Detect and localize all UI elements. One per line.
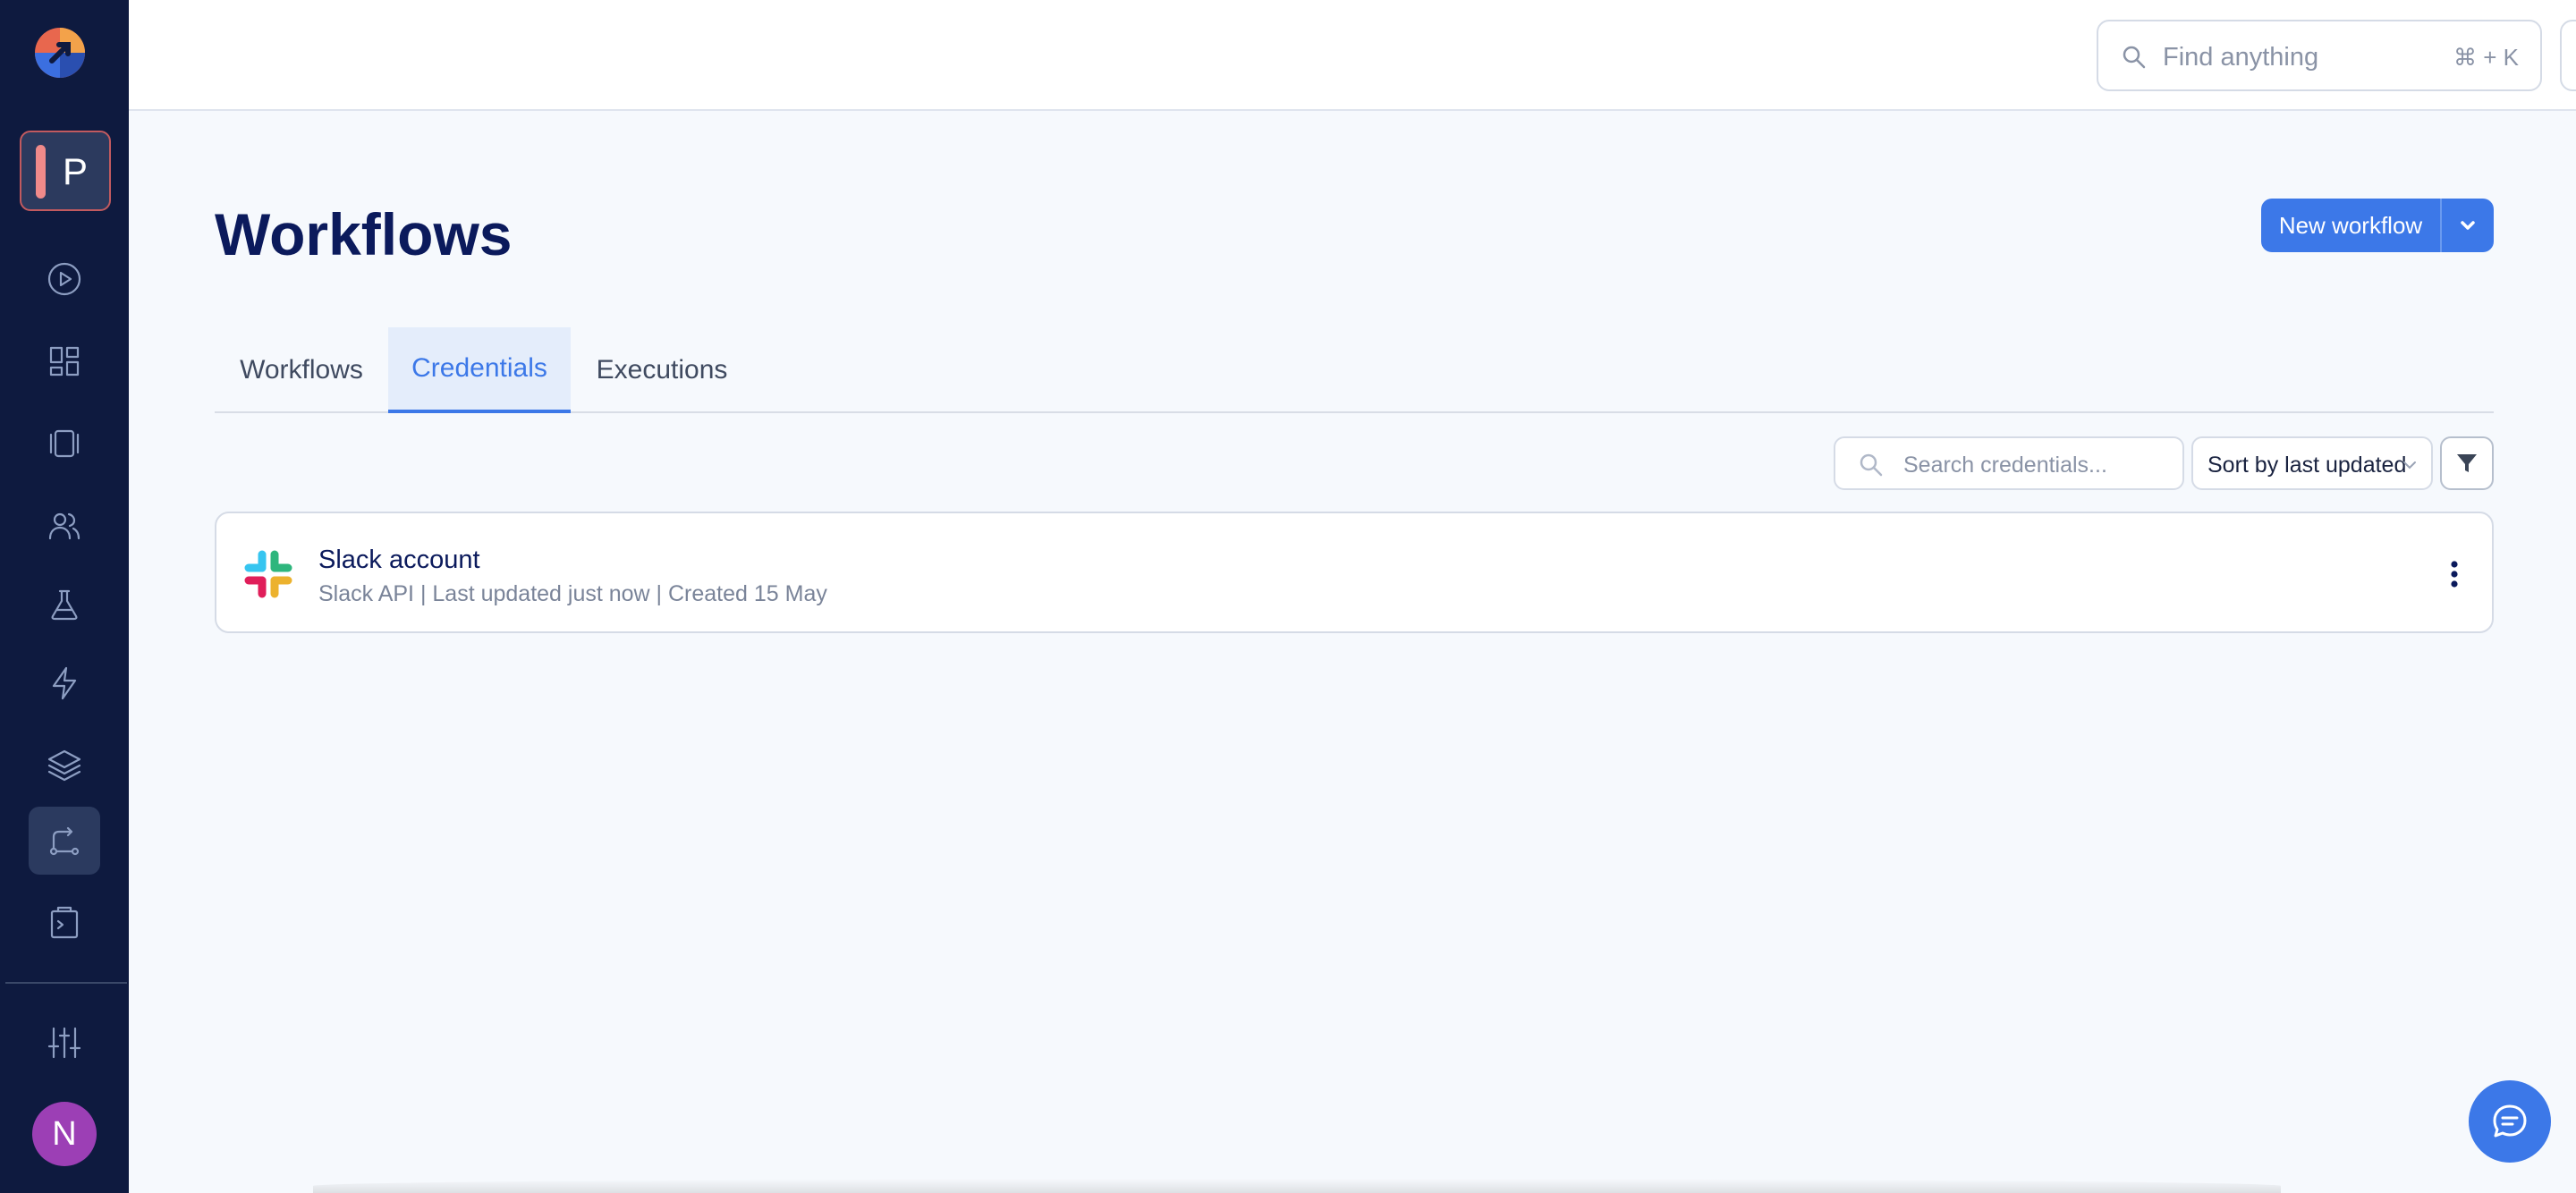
project-color-stripe [36,145,46,199]
tab-credentials[interactable]: Credentials [388,327,571,413]
tab-bar: Workflows Credentials Executions [215,327,2494,413]
credential-options-button[interactable] [2433,553,2476,596]
sort-select[interactable]: Sort by last updated [2191,436,2433,490]
filter-icon [2457,454,2477,472]
new-workflow-button[interactable]: New workflow [2261,199,2440,252]
executions-icon[interactable] [39,254,89,304]
clipboard-icon[interactable] [39,898,89,948]
chevron-down-icon [2403,461,2416,470]
chat-support-button[interactable] [2469,1080,2551,1163]
credential-meta: Slack API | Last updated just now | Crea… [318,581,827,606]
filter-button[interactable] [2440,436,2494,490]
more-vertical-icon [2451,561,2458,588]
search-icon [2123,46,2146,69]
credentials-search-input[interactable]: Search credentials... [1834,436,2184,490]
top-bar: Find anything ⌘ + K [129,0,2576,111]
workflow-icon[interactable] [29,807,100,875]
page-title: Workflows [215,201,513,267]
chevron-down-icon [2461,221,2475,230]
theme-toggle-button[interactable] [2560,20,2576,91]
global-search-placeholder: Find anything [2163,43,2319,72]
bottom-edge-shadow [313,1179,2281,1193]
lightning-icon[interactable] [39,658,89,708]
new-workflow-split-button: New workflow [2261,199,2494,252]
user-avatar[interactable]: N [32,1102,97,1166]
new-workflow-dropdown-button[interactable] [2442,199,2494,252]
dashboard-icon[interactable] [39,336,89,386]
credential-name: Slack account [318,546,480,574]
credential-card[interactable]: Slack account Slack API | Last updated j… [215,512,2494,633]
search-icon [1860,453,1883,477]
keyboard-shortcut-hint: ⌘ + K [2453,44,2519,71]
sidebar: P N [0,0,129,1193]
chat-bubble-icon [2493,1104,2527,1138]
sort-selected-value: Sort by last updated [2207,453,2407,478]
users-icon[interactable] [39,501,89,551]
tab-executions[interactable]: Executions [571,327,753,413]
credentials-search-placeholder: Search credentials... [1903,453,2107,478]
tab-workflows[interactable]: Workflows [215,327,388,413]
layers-icon[interactable] [39,740,89,791]
project-initial: P [63,150,89,192]
templates-icon[interactable] [39,419,89,469]
slack-logo-icon [244,550,292,598]
project-switcher[interactable]: P [20,131,111,211]
flask-icon[interactable] [39,580,89,630]
app-logo-icon[interactable] [32,25,88,80]
global-search-input[interactable]: Find anything ⌘ + K [2097,20,2542,91]
settings-sliders-icon[interactable] [39,1018,89,1068]
sidebar-divider [5,982,127,984]
